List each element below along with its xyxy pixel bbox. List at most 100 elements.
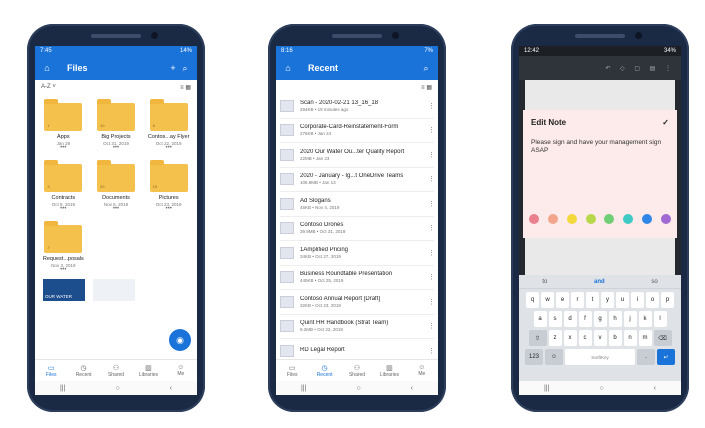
- tab-recent[interactable]: ◷ Recent: [308, 360, 340, 381]
- folder-item[interactable]: 1 Apps Jan 29 •••: [37, 98, 90, 151]
- more-options-icon[interactable]: •••: [60, 267, 66, 273]
- key-n[interactable]: n: [623, 330, 637, 346]
- key-t[interactable]: t: [586, 292, 599, 308]
- more-options-icon[interactable]: ⋮: [428, 151, 435, 159]
- list-item[interactable]: Ad Slogans 45KB • Nov 4, 2019 ⋮: [280, 192, 435, 217]
- more-options-icon[interactable]: •••: [60, 145, 66, 151]
- more-options-icon[interactable]: ⋮: [428, 298, 435, 306]
- key-e[interactable]: e: [556, 292, 569, 308]
- key-q[interactable]: q: [526, 292, 539, 308]
- folder-item[interactable]: 10 Big Projects Oct 31, 2019 •••: [90, 98, 143, 151]
- more-options-icon[interactable]: •••: [113, 206, 119, 212]
- add-icon[interactable]: +: [167, 63, 179, 73]
- tab-me[interactable]: ☺ Me: [406, 360, 438, 381]
- space-key[interactable]: SwiftKey: [565, 349, 635, 365]
- more-options-icon[interactable]: •••: [166, 145, 172, 151]
- search-icon[interactable]: ⌕: [420, 63, 432, 74]
- recents-icon[interactable]: |||: [544, 385, 549, 392]
- color-swatch[interactable]: [585, 214, 596, 224]
- suggestion-right[interactable]: so: [651, 279, 657, 285]
- color-swatch[interactable]: [566, 214, 577, 224]
- key-s[interactable]: s: [548, 311, 562, 327]
- more-options-icon[interactable]: •••: [113, 145, 119, 151]
- list-item[interactable]: Quint HR Handbook (Strat Team) 9.2MB • O…: [280, 315, 435, 339]
- camera-button[interactable]: ◉: [169, 329, 191, 351]
- list-item[interactable]: Corporate-Card-Reinstatement-Form 276KB …: [280, 119, 435, 143]
- key-l[interactable]: l: [653, 311, 667, 327]
- folder-item[interactable]: 3 Contracts Oct 8, 2019 •••: [37, 159, 90, 212]
- more-options-icon[interactable]: •••: [60, 206, 66, 212]
- more-options-icon[interactable]: ⋮: [428, 126, 435, 134]
- more-options-icon[interactable]: ⋮: [428, 175, 435, 183]
- note-text-field[interactable]: Please sign and have your management sig…: [531, 139, 669, 155]
- key-k[interactable]: k: [638, 311, 652, 327]
- folder-item[interactable]: 15 Pictures Oct 23, 2019 •••: [142, 159, 195, 212]
- color-swatch[interactable]: [529, 214, 539, 224]
- back-icon[interactable]: ‹: [411, 385, 413, 392]
- color-swatch[interactable]: [660, 214, 671, 224]
- tab-me[interactable]: ☺ Me: [165, 360, 197, 381]
- backspace-key[interactable]: ⌫: [653, 330, 672, 346]
- key-m[interactable]: m: [638, 330, 652, 346]
- back-icon[interactable]: ‹: [170, 385, 172, 392]
- home-circle-icon[interactable]: ○: [599, 385, 603, 392]
- key-w[interactable]: w: [541, 292, 554, 308]
- more-options-icon[interactable]: ⋮: [428, 200, 435, 208]
- color-swatch[interactable]: [642, 214, 653, 224]
- more-options-icon[interactable]: ⋮: [428, 273, 435, 281]
- thumbnail-document[interactable]: [93, 279, 135, 301]
- list-item[interactable]: Business Roundtable Presentation 445KB •…: [280, 266, 435, 290]
- emoji-key[interactable]: ☺: [545, 349, 563, 365]
- folder-item[interactable]: 8 Contos...ay Flyer Oct 22, 2019 •••: [142, 98, 195, 151]
- list-item[interactable]: 1Amplified Pricing 34KB • Oct 27, 2019 ⋮: [280, 241, 435, 266]
- tab-libraries[interactable]: ▥ Libraries: [132, 360, 164, 381]
- period-key[interactable]: .: [637, 349, 655, 365]
- color-swatch[interactable]: [604, 214, 615, 224]
- numbers-key[interactable]: 123: [525, 349, 543, 365]
- key-i[interactable]: i: [631, 292, 644, 308]
- tab-libraries[interactable]: ▥ Libraries: [373, 360, 405, 381]
- key-u[interactable]: u: [616, 292, 629, 308]
- home-circle-icon[interactable]: ○: [115, 385, 119, 392]
- tab-files[interactable]: ▭ Files: [35, 360, 67, 381]
- key-a[interactable]: a: [533, 311, 547, 327]
- folder-item[interactable]: 7 Request...posals Nov 3, 2019 •••: [37, 220, 90, 273]
- recents-icon[interactable]: |||: [301, 385, 306, 392]
- key-h[interactable]: h: [608, 311, 622, 327]
- tab-files[interactable]: ▭ Files: [276, 360, 308, 381]
- more-options-icon[interactable]: ⋮: [428, 347, 435, 355]
- suggestion-left[interactable]: to: [542, 279, 547, 285]
- key-d[interactable]: d: [563, 311, 577, 327]
- checkmark-icon[interactable]: ✓: [662, 118, 669, 127]
- key-x[interactable]: x: [563, 330, 577, 346]
- more-options-icon[interactable]: •••: [166, 206, 172, 212]
- more-options-icon[interactable]: ⋮: [428, 249, 435, 257]
- shift-key[interactable]: ⇧: [528, 330, 547, 346]
- tab-shared[interactable]: ⚇ Shared: [341, 360, 373, 381]
- home-circle-icon[interactable]: ○: [356, 385, 360, 392]
- key-g[interactable]: g: [593, 311, 607, 327]
- key-r[interactable]: r: [571, 292, 584, 308]
- key-y[interactable]: y: [601, 292, 614, 308]
- more-options-icon[interactable]: ⋮: [428, 224, 435, 232]
- list-item[interactable]: Contoso Annual Report [Draft] 32KB • Oct…: [280, 290, 435, 315]
- list-item[interactable]: Scan - 2020-02-21 13_16_18 294KB • 19 mi…: [280, 94, 435, 119]
- color-swatch[interactable]: [547, 214, 558, 224]
- key-j[interactable]: j: [623, 311, 637, 327]
- key-z[interactable]: z: [548, 330, 562, 346]
- key-c[interactable]: c: [578, 330, 592, 346]
- view-toggle[interactable]: ≡ ▦: [180, 84, 191, 91]
- home-icon[interactable]: ⌂: [282, 63, 294, 73]
- key-b[interactable]: b: [608, 330, 622, 346]
- list-item[interactable]: Contoso Drones 39.9MB • Oct 31, 2019 ⋮: [280, 217, 435, 241]
- suggestion-middle[interactable]: and: [594, 279, 605, 285]
- sort-dropdown[interactable]: A-Z ˅: [41, 84, 56, 90]
- tab-recent[interactable]: ◷ Recent: [67, 360, 99, 381]
- tab-shared[interactable]: ⚇ Shared: [100, 360, 132, 381]
- folder-item[interactable]: 20 Documents Nov 5, 2019 •••: [90, 159, 143, 212]
- home-icon[interactable]: ⌂: [41, 63, 53, 73]
- toolbar-icons[interactable]: ↶ ◇ ▢ ▤ ⋮: [605, 65, 675, 72]
- view-toggle[interactable]: ≡ ▦: [421, 84, 432, 91]
- back-icon[interactable]: ‹: [654, 385, 656, 392]
- more-options-icon[interactable]: ⋮: [428, 102, 435, 110]
